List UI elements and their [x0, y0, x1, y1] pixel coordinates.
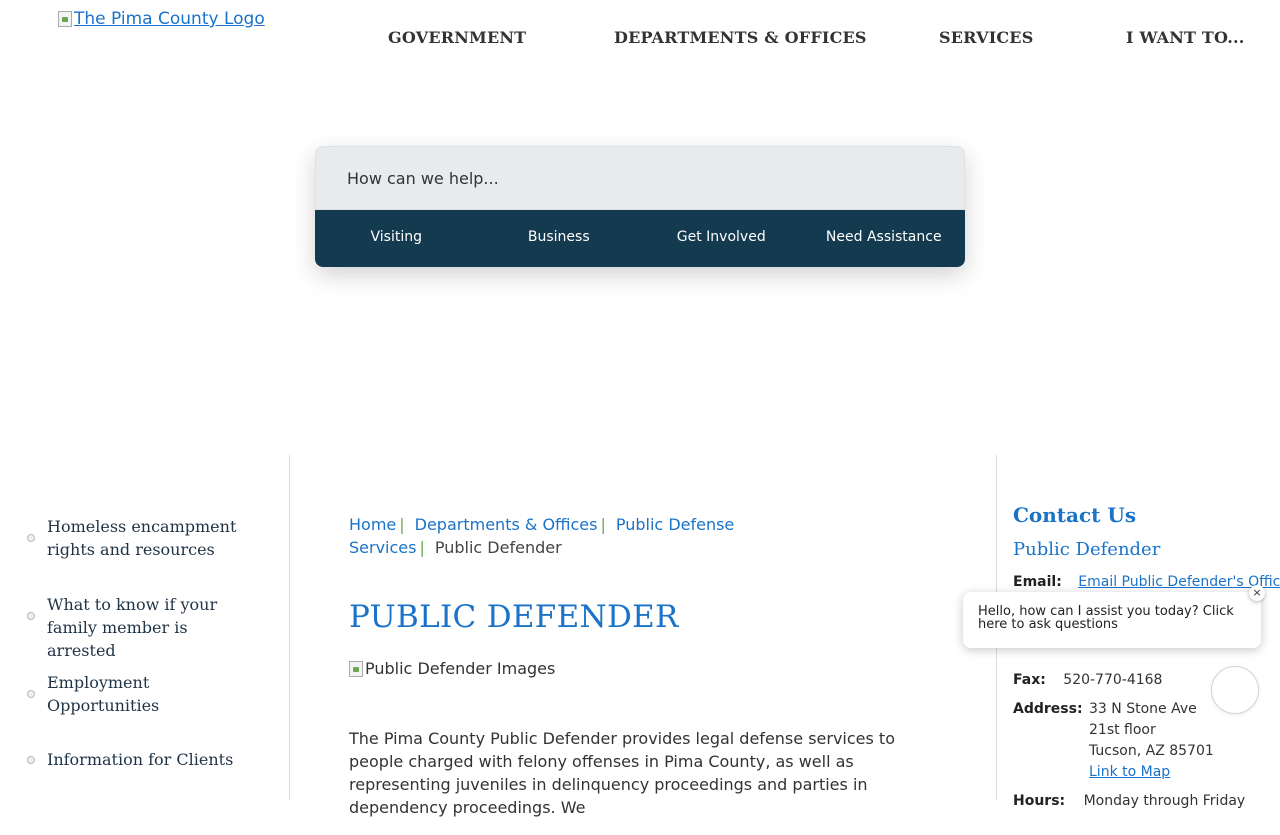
hours-label: Hours: — [1013, 793, 1066, 809]
page-title: PUBLIC DEFENDER — [349, 599, 679, 635]
nav-i-want-to[interactable]: I WANT TO... — [1126, 28, 1245, 47]
email-label: Email: — [1013, 574, 1062, 590]
breadcrumb-departments[interactable]: Departments & Offices — [415, 515, 598, 534]
map-link[interactable]: Link to Map — [1089, 764, 1170, 780]
search-input-wrapper — [315, 146, 965, 210]
fax-number: 520-770-4168 — [1063, 672, 1163, 688]
bullet-icon — [27, 756, 35, 764]
contact-address-row: Address: — [1013, 699, 1083, 720]
nav-departments-offices[interactable]: DEPARTMENTS & OFFICES — [614, 28, 867, 47]
main-content: Home | Departments & Offices | Public Defens… — [349, 513, 949, 835]
sidebar-item-label: Employment Opportunities — [47, 673, 160, 715]
sidebar-item-label: Homeless encampment rights and resources — [47, 517, 237, 559]
breadcrumb-separator: | — [419, 538, 425, 557]
address-label: Address: — [1013, 701, 1083, 717]
chat-message: Hello, how can I assist you today? Click… — [978, 604, 1234, 632]
bullet-icon — [27, 612, 35, 620]
quick-link-business[interactable]: Business — [478, 229, 641, 248]
contact-fax-row: Fax: 520-770-4168 — [1013, 670, 1162, 691]
breadcrumb: Home | Departments & Offices | Public Defens… — [349, 513, 869, 559]
search-input[interactable] — [345, 167, 964, 189]
hero-image: Public Defender Images — [349, 659, 949, 678]
chat-launcher-button[interactable] — [1211, 666, 1259, 714]
quick-link-get-involved[interactable]: Get Involved — [640, 229, 803, 248]
contact-email-row: Email: Email Public Defender's Office — [1013, 572, 1280, 593]
nav-services[interactable]: SERVICES — [939, 28, 1033, 47]
contact-panel: Contact Us Public Defender Email: Email … — [1013, 500, 1280, 809]
bullet-icon — [27, 690, 35, 698]
broken-image-icon — [58, 11, 72, 27]
breadcrumb-home[interactable]: Home — [349, 515, 396, 534]
nav-government[interactable]: GOVERNMENT — [388, 28, 526, 47]
chat-prompt-bubble[interactable]: Hello, how can I assist you today? Click… — [963, 592, 1261, 648]
fax-label: Fax: — [1013, 672, 1046, 688]
breadcrumb-separator: | — [600, 515, 606, 534]
logo-alt-text: The Pima County Logo — [74, 9, 265, 29]
quick-link-visiting[interactable]: Visiting — [315, 229, 478, 248]
broken-image-icon — [349, 660, 363, 677]
bullet-icon — [27, 534, 35, 542]
address-line-2: 21st floor — [1089, 722, 1156, 738]
contact-hours-row: Hours: Monday through Friday — [1013, 791, 1245, 812]
close-icon[interactable]: × — [1249, 585, 1265, 601]
hours-text: Monday through Friday — [1083, 793, 1246, 809]
main-nav: GOVERNMENT DEPARTMENTS & OFFICES SERVICE… — [0, 28, 1280, 52]
address-line-1: 33 N Stone Ave — [1089, 701, 1197, 717]
intro-paragraph: The Pima County Public Defender provides… — [349, 729, 895, 817]
sidebar-item-label: Information for Clients — [47, 750, 234, 769]
search-card: Visiting Business Get Involved Need Assi… — [315, 146, 965, 267]
left-column-divider — [289, 455, 290, 800]
contact-office-name: Public Defender — [1013, 539, 1161, 560]
hero-image-alt-text: Public Defender Images — [365, 659, 556, 678]
address-block: 33 N Stone Ave 21st floor Tucson, AZ 857… — [1089, 699, 1214, 783]
breadcrumb-separator: | — [399, 515, 405, 534]
county-logo-link[interactable]: The Pima County Logo — [58, 9, 265, 29]
sidebar-item-label: What to know if your family member is ar… — [47, 595, 218, 660]
address-line-3: Tucson, AZ 85701 — [1089, 743, 1214, 759]
contact-heading: Contact Us — [1013, 503, 1137, 527]
quick-links-bar: Visiting Business Get Involved Need Assi… — [315, 210, 965, 267]
quick-link-need-assistance[interactable]: Need Assistance — [803, 229, 966, 248]
breadcrumb-current: Public Defender — [434, 538, 562, 557]
